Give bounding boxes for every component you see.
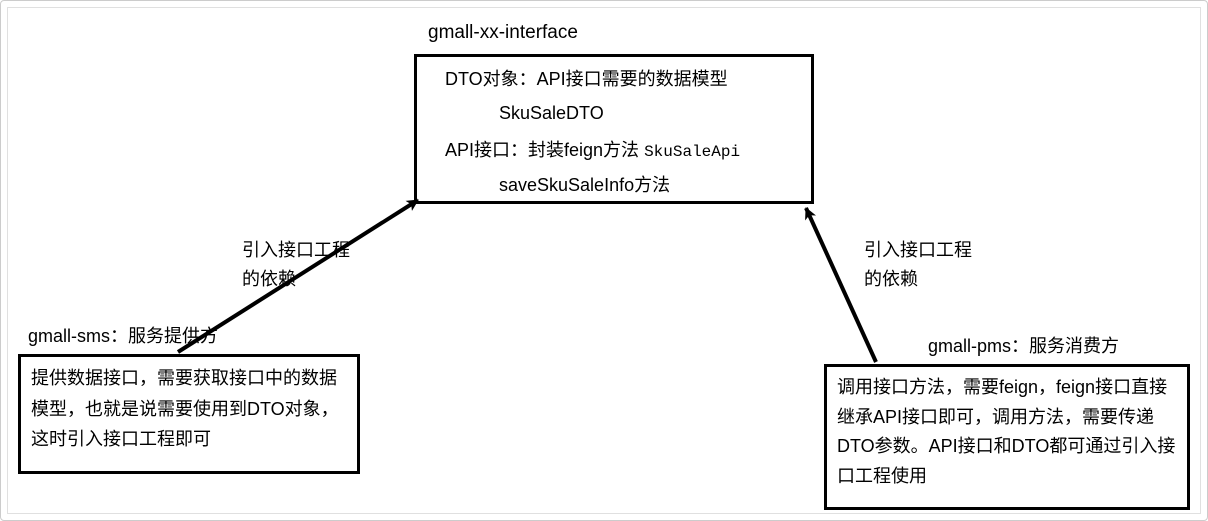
pms-box-body: 调用接口方法，需要feign，feign接口直接继承API接口即可，调用方法，需… xyxy=(827,367,1187,498)
left-arrow-label: 引入接口工程 的依赖 xyxy=(242,236,350,294)
sms-box: 提供数据接口，需要获取接口中的数据模型，也就是说需要使用到DTO对象，这时引入接… xyxy=(18,354,360,474)
interface-box-body: DTO对象：API接口需要的数据模型 SkuSaleDTO API接口：封装fe… xyxy=(417,57,811,207)
interface-api-name: SkuSaleApi xyxy=(644,143,740,161)
interface-box: DTO对象：API接口需要的数据模型 SkuSaleDTO API接口：封装fe… xyxy=(414,54,814,204)
pms-box-title: gmall-pms：服务消费方 xyxy=(928,334,1119,359)
interface-dto-line: DTO对象：API接口需要的数据模型 xyxy=(445,69,728,89)
sms-box-body: 提供数据接口，需要获取接口中的数据模型，也就是说需要使用到DTO对象，这时引入接… xyxy=(21,357,357,461)
interface-dto-name: SkuSaleDTO xyxy=(499,103,604,123)
right-arrow-label: 引入接口工程 的依赖 xyxy=(864,236,972,294)
diagram-canvas: gmall-xx-interface DTO对象：API接口需要的数据模型 Sk… xyxy=(7,7,1201,514)
outer-frame: gmall-xx-interface DTO对象：API接口需要的数据模型 Sk… xyxy=(0,0,1208,521)
sms-box-title: gmall-sms：服务提供方 xyxy=(28,324,218,349)
pms-box: 调用接口方法，需要feign，feign接口直接继承API接口即可，调用方法，需… xyxy=(824,364,1190,510)
interface-box-title: gmall-xx-interface xyxy=(428,20,578,47)
interface-api-method: saveSkuSaleInfo方法 xyxy=(499,175,670,195)
interface-api-line: API接口：封装feign方法 xyxy=(445,140,639,160)
